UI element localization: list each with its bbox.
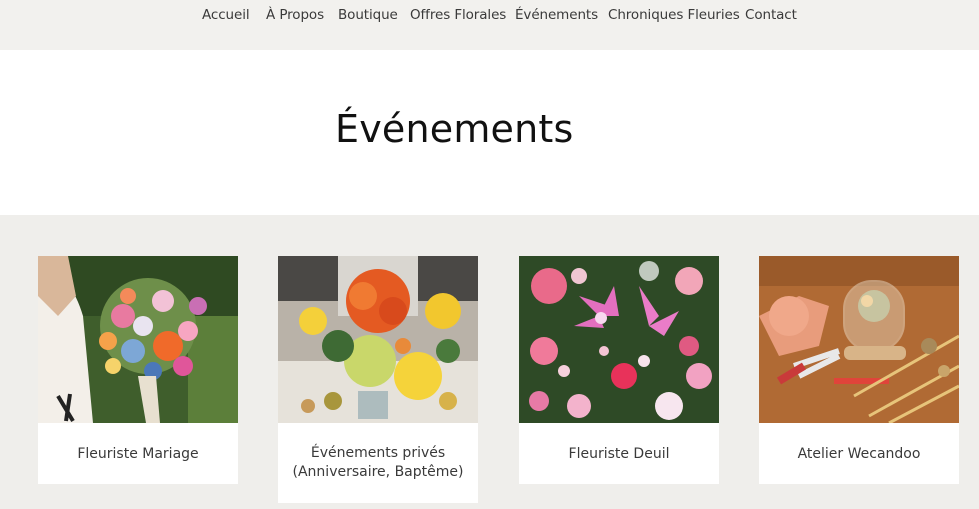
card-label: Fleuriste Deuil (568, 446, 670, 462)
card-label: Fleuriste Mariage (77, 446, 199, 462)
card-fleuriste-mariage[interactable]: Fleuriste Mariage (38, 256, 238, 484)
dried-flowers-workshop-image[interactable] (759, 256, 959, 423)
nav-item-accueil[interactable]: Accueil (202, 7, 250, 23)
nav-item-offres-florales[interactable]: Offres Florales (410, 7, 506, 23)
nav-item-contact[interactable]: Contact (745, 7, 797, 23)
hero-section: Événements (0, 50, 979, 215)
card-label-line2: (Anniversaire, Baptême) (292, 464, 464, 480)
card-fleuriste-deuil[interactable]: Fleuriste Deuil (519, 256, 719, 484)
card-label-line1: Événements privés (310, 445, 446, 461)
nav-item-a-propos[interactable]: À Propos (266, 7, 324, 23)
event-table-flowers-image[interactable] (278, 256, 478, 423)
card-label: Atelier Wecandoo (797, 446, 921, 462)
card-atelier-wecandoo[interactable]: Atelier Wecandoo (759, 256, 959, 484)
bridal-bouquet-image[interactable] (38, 256, 238, 423)
card-evenements-prives[interactable]: Événements privés (Anniversaire, Baptême… (278, 256, 478, 503)
nav-item-boutique[interactable]: Boutique (338, 7, 398, 23)
page-title: Événements (335, 107, 574, 151)
top-navigation: Accueil À Propos Boutique Offres Florale… (0, 0, 979, 50)
nav-item-chroniques-fleuries[interactable]: Chroniques Fleuries (608, 7, 740, 23)
cards-section: Fleuriste Mariage Événements privés (Ann… (0, 215, 979, 509)
nav-item-evenements[interactable]: Événements (515, 7, 598, 23)
lilies-roses-arrangement-image[interactable] (519, 256, 719, 423)
